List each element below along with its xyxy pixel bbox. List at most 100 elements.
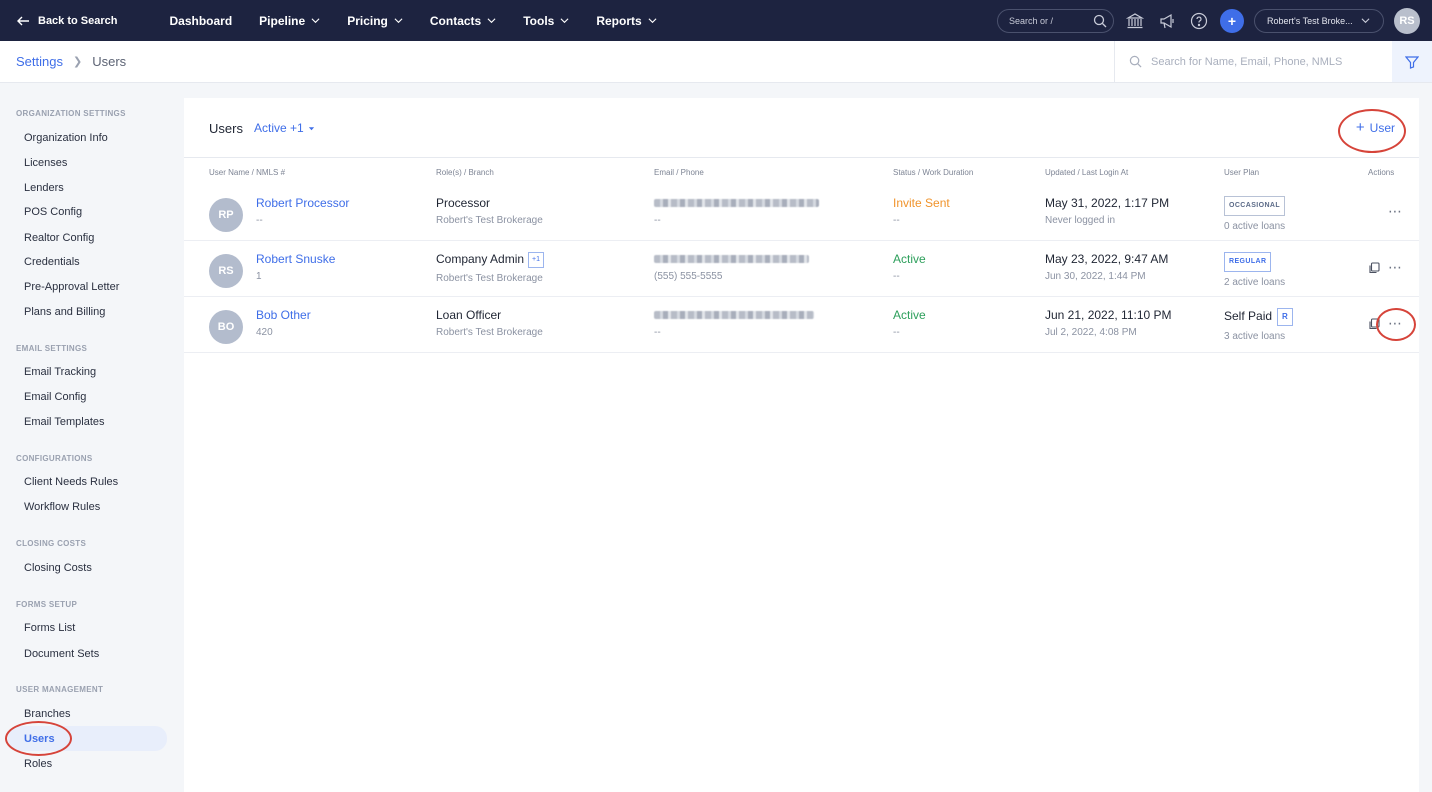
back-to-search-button[interactable]: Back to Search [16,14,117,28]
column-header-updated[interactable]: Updated / Last Login At [1045,168,1128,177]
settings-sidebar: ORGANIZATION SETTINGS Organization Info … [0,83,184,792]
last-login: Never logged in [1045,215,1116,226]
updated-cell: May 23, 2022, 9:47 AM Jun 30, 2022, 1:44… [1045,252,1168,283]
status-badge: Active [893,308,926,322]
role-cell: Processor Robert's Test Brokerage [436,196,543,227]
email-cell: -- [654,308,814,339]
sidebar-item-organization-info[interactable]: Organization Info [8,125,167,150]
sidebar-item-licenses[interactable]: Licenses [8,150,167,175]
sidebar-item-email-templates[interactable]: Email Templates [8,409,167,434]
active-loans: 2 active loans [1224,277,1286,288]
nmls-number: -- [256,215,263,226]
plus-icon: + [1355,119,1365,136]
column-header-user-plan[interactable]: User Plan [1224,168,1259,177]
menu-tools-label: Tools [523,13,555,28]
phone-number: -- [654,327,661,338]
sidebar-group-email-settings: EMAIL SETTINGS [16,344,88,353]
table-row[interactable]: BO Bob Other 420 Loan Officer Robert's T… [184,297,1419,353]
work-duration: -- [893,271,900,282]
avatar: RS [209,254,243,288]
sidebar-group-user-management: USER MANAGEMENT [16,685,104,694]
more-options-icon[interactable]: ⋯ [1388,315,1403,332]
updated-cell: May 31, 2022, 1:17 PM Never logged in [1045,196,1169,227]
user-search-placeholder: Search for Name, Email, Phone, NMLS [1151,55,1343,68]
more-options-icon[interactable]: ⋯ [1388,203,1403,220]
help-icon[interactable] [1188,10,1210,32]
breadcrumb-settings-link[interactable]: Settings [16,54,63,69]
sidebar-item-closing-costs[interactable]: Closing Costs [8,555,167,580]
search-icon [1093,14,1107,27]
row-actions: ⋯ [1368,259,1403,276]
updated-at: Jun 21, 2022, 11:10 PM [1045,308,1172,322]
user-name-link[interactable]: Robert Snuske [256,252,335,266]
sidebar-item-client-needs-rules[interactable]: Client Needs Rules [8,469,167,494]
organization-name: Robert's Test Broke... [1267,15,1353,26]
back-to-search-label: Back to Search [38,14,118,27]
sidebar-group-organization-settings: ORGANIZATION SETTINGS [16,109,126,118]
menu-pipeline[interactable]: Pipeline [259,14,320,28]
menu-dashboard[interactable]: Dashboard [169,14,232,28]
sidebar-item-credentials[interactable]: Credentials [8,249,167,274]
page-title: Users [209,121,243,136]
copy-icon[interactable] [1368,261,1380,274]
blurred-email [654,311,814,319]
table-row[interactable]: RS Robert Snuske 1 Company Admin +1 Rober… [184,241,1419,297]
sidebar-item-document-sets[interactable]: Document Sets [8,641,167,666]
column-header-roles[interactable]: Role(s) / Branch [436,168,494,177]
column-header-user-name[interactable]: User Name / NMLS # [209,168,285,177]
plan-cell: REGULAR 2 active loans [1224,252,1285,289]
add-user-label: User [1369,121,1395,135]
sidebar-item-branches[interactable]: Branches [8,701,167,726]
last-login: Jun 30, 2022, 1:44 PM [1045,271,1146,282]
user-name-link[interactable]: Bob Other [256,308,311,322]
filter-button[interactable] [1392,41,1432,82]
sidebar-item-plans-and-billing[interactable]: Plans and Billing [8,299,167,324]
organization-select[interactable]: Robert's Test Broke... [1254,8,1384,33]
menu-pricing[interactable]: Pricing [347,14,403,28]
sidebar-item-pos-config[interactable]: POS Config [8,199,167,224]
menu-pricing-label: Pricing [347,13,388,28]
column-header-email[interactable]: Email / Phone [654,168,704,177]
sidebar-item-email-config[interactable]: Email Config [8,384,167,409]
status-filter-dropdown[interactable]: Active +1 [254,121,315,135]
status-badge: Active [893,252,926,266]
menu-contacts[interactable]: Contacts [430,14,496,28]
sidebar-group-configurations: CONFIGURATIONS [16,454,93,463]
chevron-right-icon: ❯ [72,56,83,68]
user-avatar[interactable]: RS [1394,7,1420,34]
extra-roles-badge[interactable]: +1 [528,252,545,268]
megaphone-icon[interactable] [1156,10,1178,32]
more-options-icon[interactable]: ⋯ [1388,259,1403,276]
user-name-link[interactable]: Robert Processor [256,196,349,210]
email-cell: (555) 555-5555 [654,252,809,283]
add-user-button[interactable]: + User [1355,119,1395,136]
sidebar-item-users[interactable]: Users [8,726,167,751]
column-header-status[interactable]: Status / Work Duration [893,168,973,177]
active-loans: 0 active loans [1224,221,1286,232]
sidebar-item-workflow-rules[interactable]: Workflow Rules [8,494,167,519]
sidebar-item-email-tracking[interactable]: Email Tracking [8,359,167,384]
menu-dashboard-label: Dashboard [169,13,233,28]
sidebar-item-lenders[interactable]: Lenders [8,175,167,200]
user-cell: Robert Processor -- [256,196,349,227]
updated-at: May 31, 2022, 1:17 PM [1045,196,1170,210]
table-row[interactable]: RP Robert Processor -- Processor Robert'… [184,185,1419,241]
bank-icon[interactable] [1124,10,1146,32]
status-cell: Active -- [893,308,926,339]
copy-icon[interactable] [1368,317,1380,330]
user-cell: Bob Other 420 [256,308,311,339]
navbar-right: Search or / + Robert's Test Broke... RS [997,0,1420,41]
user-cell: Robert Snuske 1 [256,252,335,283]
user-search-input[interactable]: Search for Name, Email, Phone, NMLS [1114,41,1392,82]
sidebar-item-forms-list[interactable]: Forms List [8,615,167,640]
users-panel: Users Active +1 + User User Name / NMLS … [184,98,1419,792]
menu-tools[interactable]: Tools [523,14,569,28]
sidebar-item-realtor-config[interactable]: Realtor Config [8,225,167,250]
menu-reports[interactable]: Reports [596,14,657,28]
blurred-email [654,199,819,207]
sidebar-item-roles[interactable]: Roles [8,751,167,776]
chevron-down-icon [487,18,496,24]
global-search-input[interactable]: Search or / [997,8,1114,33]
plus-icon[interactable]: + [1220,8,1244,33]
sidebar-item-pre-approval-letter[interactable]: Pre-Approval Letter [8,274,167,299]
